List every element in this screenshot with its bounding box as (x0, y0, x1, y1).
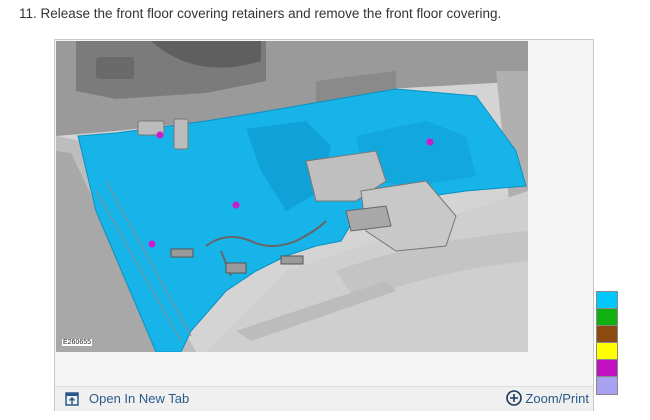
legend-swatch-magenta[interactable] (597, 360, 617, 377)
legend-swatch-brown[interactable] (597, 326, 617, 343)
figure-panel: E260655 Open In New Tab Zoom/Print (54, 39, 594, 411)
open-in-new-tab-label: Open In New Tab (89, 391, 190, 406)
zoom-print-link[interactable]: Zoom/Print (506, 390, 589, 406)
color-legend (596, 291, 618, 395)
legend-swatch-yellow[interactable] (597, 343, 617, 360)
legend-swatch-lavender[interactable] (597, 377, 617, 394)
floor-covering-illustration[interactable]: E260655 (56, 41, 528, 352)
figure-id-label: E260655 (62, 339, 93, 346)
step-instruction: 11. Release the front floor covering ret… (19, 6, 502, 21)
open-in-new-tab-link[interactable]: Open In New Tab (65, 391, 189, 406)
zoom-print-label: Zoom/Print (525, 390, 589, 406)
open-new-tab-icon (65, 391, 79, 406)
retainer-marker (148, 240, 156, 248)
legend-swatch-green[interactable] (597, 309, 617, 326)
zoom-plus-icon (506, 390, 523, 406)
retainer-marker (426, 138, 434, 146)
retainer-marker (156, 131, 164, 139)
figure-action-bar: Open In New Tab Zoom/Print (55, 386, 593, 411)
vehicle-interior-diagram (56, 41, 528, 352)
legend-swatch-cyan[interactable] (597, 292, 617, 309)
retainer-marker (232, 201, 240, 209)
